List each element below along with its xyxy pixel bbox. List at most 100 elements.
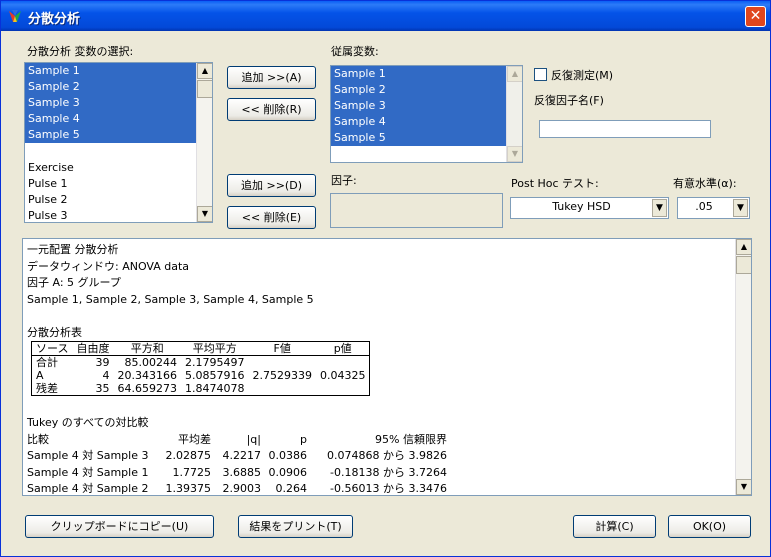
table-cell: 1.8474078 (184, 382, 245, 395)
list-item[interactable]: Sample 1 (331, 66, 522, 82)
repeated-measures-checkbox[interactable] (534, 68, 547, 81)
chevron-down-icon[interactable]: ▼ (733, 199, 748, 217)
list-item[interactable]: Sample 3 (25, 95, 212, 111)
table-cell (248, 382, 316, 396)
table-cell: A (36, 369, 44, 382)
significance-label: 有意水準(α): (673, 177, 737, 190)
list-item[interactable]: Pulse 3 (25, 208, 212, 222)
list-item[interactable]: Sample 5 (331, 130, 522, 146)
table-cell (316, 382, 370, 396)
table-cell: 1.7725 (172, 465, 212, 479)
repeated-measures-label: 反復測定(M) (551, 69, 614, 82)
scroll-down-icon: ▼ (507, 146, 522, 162)
table-header: ソース (31, 341, 73, 356)
print-results-button[interactable]: 結果をプリント(T) (238, 515, 353, 538)
remove-dependent-label: << 削除(R) (241, 103, 302, 116)
table-cell (248, 356, 316, 370)
copy-label: クリップボードにコピー(U) (50, 520, 189, 533)
remove-dependent-button[interactable]: << 削除(R) (227, 98, 316, 121)
scroll-up-icon[interactable]: ▲ (736, 239, 751, 255)
table-header: p値 (315, 341, 370, 356)
window-title: 分散分析 (28, 12, 81, 27)
results-output[interactable]: 一元配置 分散分析 データウィンドウ: ANOVA data 因子 A: 5 グ… (22, 238, 752, 496)
scroll-down-icon[interactable]: ▼ (736, 479, 751, 495)
table-row: Sample 4 対 Sample 2 1.39375 2.9003 0.264 -0.… (27, 481, 447, 496)
table-cell: 2.02875 (165, 449, 212, 463)
list-item[interactable]: Sample 4 (25, 111, 212, 127)
repeated-factor-name-input[interactable] (539, 120, 711, 138)
list-item[interactable]: Sample 3 (331, 98, 522, 114)
dependent-list[interactable]: Sample 1 Sample 2 Sample 3 Sample 4 Sample 5… (330, 65, 523, 163)
variable-list-scrollbar[interactable]: ▲ ▼ (196, 63, 212, 222)
dependent-label: 従属変数: (331, 45, 379, 58)
results-scrollbar[interactable]: ▲ ▼ (735, 239, 751, 495)
table-header: 平均平方 (180, 341, 249, 356)
add-factor-button[interactable]: 追加 >>(D) (227, 174, 316, 197)
chevron-down-icon[interactable]: ▼ (652, 199, 667, 217)
table-cell: -0.18138 から 3.7264 (330, 465, 447, 479)
add-dependent-button[interactable]: 追加 >>(A) (227, 66, 316, 89)
table-row: Sample 4 対 Sample 3 2.02875 4.2217 0.0386 0.… (27, 448, 447, 465)
output-line: Sample 1, Sample 2, Sample 3, Sample 4, … (27, 292, 314, 306)
dependent-list-scrollbar: ▲ ▼ (506, 66, 522, 162)
list-item[interactable]: Pulse 2 (25, 192, 212, 208)
variable-list-label: 分散分析 変数の選択: (27, 45, 134, 58)
table-cell: 0.04325 (319, 369, 366, 382)
anova-dialog: 分散分析 ✕ 分散分析 変数の選択: Sample 1 Sample 2 Sampl… (0, 0, 771, 557)
table-cell: 1.39375 (165, 482, 212, 496)
table-cell: 合計 (36, 356, 58, 369)
posthoc-select[interactable]: Tukey HSD ▼ (510, 197, 669, 219)
posthoc-value: Tukey HSD (552, 200, 611, 213)
output-line: データウィンドウ: ANOVA data (27, 259, 190, 273)
app-logo-icon (9, 10, 21, 22)
table-cell: 20.343166 (117, 369, 177, 382)
table-header: |q| (246, 432, 261, 446)
output-line: 因子 A: 5 グループ (27, 276, 121, 289)
remove-factor-button[interactable]: << 削除(E) (227, 206, 316, 229)
table-cell: 2.1795497 (184, 356, 245, 369)
table-cell: 5.0857916 (184, 369, 245, 382)
repeated-factor-name-label: 反復因子名(F) (534, 94, 604, 107)
copy-to-clipboard-button[interactable]: クリップボードにコピー(U) (25, 515, 214, 538)
anova-table: ソース 自由度 平方和 平均平方 F値 p値 合計 39 85.00244 2.1795497 A… (31, 341, 371, 396)
table-cell: Sample 4 対 Sample 2 (27, 482, 149, 496)
list-item[interactable]: Sample 4 (331, 114, 522, 130)
close-button[interactable]: ✕ (745, 6, 766, 27)
list-item[interactable]: Sample 2 (25, 79, 212, 95)
table-header: p (300, 432, 307, 446)
ok-button[interactable]: OK(O) (668, 515, 751, 538)
list-item[interactable]: Exercise (25, 160, 212, 176)
scroll-up-icon[interactable]: ▲ (197, 63, 212, 79)
table-header: 自由度 (72, 341, 114, 356)
output-line: 一元配置 分散分析 (27, 243, 119, 256)
table-cell: Sample 4 対 Sample 1 (27, 465, 149, 479)
title-bar[interactable]: 分散分析 ✕ (1, 1, 770, 31)
table-row: A 4 20.343166 5.0857916 2.7529339 0.04325 (32, 369, 370, 382)
table-cell: 2.9003 (222, 482, 262, 496)
list-item[interactable]: Sample 5 (25, 127, 212, 143)
table-header: 比較 (27, 432, 49, 446)
table-header: 平均差 (178, 432, 211, 446)
table-cell: 0.0386 (268, 449, 308, 463)
list-item[interactable]: Sample 2 (331, 82, 522, 98)
table-cell: 64.659273 (117, 382, 177, 395)
scroll-down-icon[interactable]: ▼ (197, 206, 212, 222)
remove-factor-label: << 削除(E) (241, 211, 302, 224)
table-header: 平方和 (113, 341, 181, 356)
table-cell: 3.6885 (222, 465, 262, 479)
scroll-thumb[interactable] (736, 256, 751, 274)
add-dependent-label: 追加 >>(A) (241, 71, 302, 84)
factor-box[interactable] (330, 193, 503, 228)
scroll-thumb[interactable] (197, 80, 212, 98)
table-row: 残差 35 64.659273 1.8474078 (32, 382, 370, 396)
list-item[interactable]: Pulse 1 (25, 176, 212, 192)
table-cell: 35 (95, 382, 110, 395)
calculate-button[interactable]: 計算(C) (573, 515, 656, 538)
list-item[interactable]: Sample 1 (25, 63, 212, 79)
variable-list[interactable]: Sample 1 Sample 2 Sample 3 Sample 4 Sample 5… (24, 62, 213, 223)
calculate-label: 計算(C) (595, 520, 634, 533)
scroll-up-icon: ▲ (507, 66, 522, 82)
significance-select[interactable]: .05 ▼ (677, 197, 750, 219)
table-header: F値 (248, 341, 316, 356)
